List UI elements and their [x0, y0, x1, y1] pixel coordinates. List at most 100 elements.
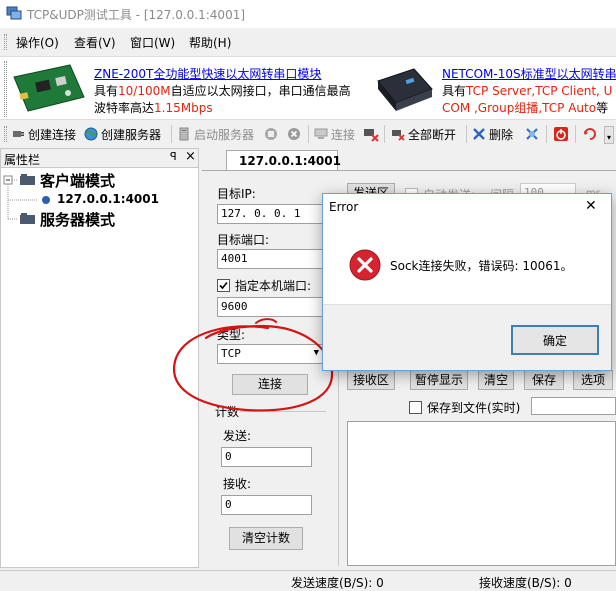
count-group-rule	[240, 411, 326, 412]
dropdown-arrow-icon: ▼	[313, 348, 319, 358]
recv-count-field[interactable]: 0	[221, 495, 312, 515]
stop-icon[interactable]	[264, 127, 278, 141]
recv-zone-button[interactable]: 接收区	[347, 370, 395, 390]
disconnect-all-label: 全部断开	[408, 127, 457, 142]
plug-icon	[13, 131, 24, 137]
toolbar-separator	[546, 125, 547, 143]
clear-button[interactable]: 清空	[478, 370, 514, 390]
local-port-checkbox-row[interactable]: 指定本机端口:	[217, 277, 311, 294]
recv-count-label: 接收:	[223, 477, 252, 491]
dialog-title: Error	[329, 200, 359, 214]
target-port-field[interactable]: 4001	[217, 249, 323, 269]
dialog-message: Sock连接失败，错误码: 10061。	[390, 259, 573, 273]
toolbar: 创建连接 创建服务器 启动服务器 连接 全部断开 删除 ▾	[0, 122, 616, 146]
toolbar-separator	[466, 125, 467, 143]
target-port-label: 目标端口:	[217, 233, 270, 247]
save-to-file-checkbox[interactable]	[409, 401, 422, 414]
send-count-field[interactable]: 0	[221, 447, 312, 467]
toolbar-separator	[171, 125, 172, 143]
pin-icon[interactable]: ꟼ	[170, 150, 177, 163]
close-circle-icon[interactable]	[287, 127, 301, 141]
ad-right-line3-b: 等	[596, 101, 609, 115]
options-button[interactable]: 选项	[573, 370, 613, 390]
receive-text-area[interactable]	[347, 421, 616, 566]
local-port-label: 指定本机端口:	[235, 279, 312, 293]
tree-server-mode[interactable]: 服务器模式	[40, 209, 115, 230]
panel-close-icon[interactable]: ×	[185, 149, 196, 164]
connection-dot-icon	[42, 196, 50, 204]
menu-window[interactable]: 窗口(W)	[130, 34, 175, 51]
disconnect-all-button[interactable]: 全部断开	[391, 125, 456, 143]
ad-grip	[4, 61, 7, 117]
folder-icon	[20, 174, 35, 185]
ad-left-line2-a: 具有	[94, 84, 119, 98]
ad-right-line2-a: 具有	[442, 84, 467, 98]
target-ip-label: 目标IP:	[217, 187, 256, 201]
tree-client-item[interactable]: 127.0.0.1:4001	[57, 192, 159, 206]
delete-button[interactable]: 删除	[472, 125, 513, 143]
document-tabs: 127.0.0.1:4001	[202, 148, 616, 170]
error-icon	[349, 249, 381, 281]
tree-client-mode[interactable]: 客户端模式	[40, 170, 115, 191]
save-path-field[interactable]	[531, 397, 616, 415]
refresh-icon[interactable]	[582, 126, 598, 142]
create-connection-button[interactable]: 创建连接	[11, 125, 76, 143]
power-icon[interactable]	[553, 126, 569, 142]
create-connection-label: 创建连接	[28, 127, 77, 142]
toolbar-overflow-button[interactable]: ▾	[604, 126, 614, 144]
toolbar-separator	[308, 125, 309, 143]
save-to-file-row[interactable]: 保存到文件(实时)	[409, 399, 520, 416]
pause-display-button[interactable]: 暂停显示	[410, 370, 468, 390]
dialog-close-icon[interactable]: ✕	[585, 198, 597, 214]
device-image	[377, 68, 433, 111]
create-server-button[interactable]: 创建服务器	[84, 125, 161, 143]
server-icon	[179, 127, 189, 141]
local-port-checkbox[interactable]	[217, 279, 230, 292]
menu-help[interactable]: 帮助(H)	[189, 34, 231, 51]
checkmark-icon	[219, 281, 228, 290]
disconnect-icon[interactable]	[363, 126, 379, 142]
tab-connection[interactable]: 127.0.0.1:4001	[226, 150, 341, 170]
ad-right-line3-red: COM ,Group组播,TCP Auto	[442, 101, 597, 115]
ok-button[interactable]: 确定	[511, 325, 599, 355]
property-panel: 属性栏 ꟼ × 客户端模式 127.0.0.1:4001 服务器模式	[0, 148, 199, 568]
settings-icon[interactable]	[524, 126, 540, 142]
menu-grip	[4, 34, 7, 50]
error-dialog: Error ✕ Sock连接失败，错误码: 10061。 确定	[322, 193, 612, 371]
splitter[interactable]	[338, 366, 339, 566]
disconnect-all-icon	[392, 130, 405, 141]
ad-left-line2-b: 自适应以太网接口，串口通信最高	[170, 84, 351, 98]
ad-right-link[interactable]: NETCOM-10S标准型以太网转串	[442, 65, 616, 82]
start-server-label: 启动服务器	[194, 127, 255, 142]
clear-count-button[interactable]: 清空计数	[229, 527, 303, 550]
circuit-board-image	[13, 64, 85, 112]
connect-toolbar-label: 连接	[331, 127, 356, 142]
menu-operate[interactable]: 操作(O)	[16, 34, 59, 51]
target-ip-field[interactable]: 127. 0. 0. 1	[217, 204, 323, 224]
ad-banner: ZNE-200T全功能型快速以太网转串口模块 具有10/100M自适应以太网接口…	[0, 56, 616, 120]
ad-left-line3: 波特率高达1.15Mbps	[94, 99, 213, 116]
menu-view[interactable]: 查看(V)	[74, 34, 116, 51]
toolbar-grip	[4, 126, 7, 142]
type-select[interactable]: TCP ▼	[217, 344, 323, 364]
globe-icon	[84, 127, 98, 141]
app-icon	[6, 6, 22, 20]
status-bar: 发送速度(B/S): 0 接收速度(B/S): 0	[0, 570, 616, 590]
send-count-label: 发送:	[223, 429, 252, 443]
toolbar-separator	[384, 125, 385, 143]
tab-connection-label: 127.0.0.1:4001	[239, 153, 341, 168]
connect-button[interactable]: 连接	[232, 374, 308, 395]
recv-speed: 接收速度(B/S): 0	[479, 576, 572, 590]
save-button[interactable]: 保存	[524, 370, 564, 390]
connect-toolbar-button[interactable]: 连接	[314, 125, 355, 143]
count-group-label: 计数	[215, 405, 240, 419]
property-panel-title: 属性栏	[4, 153, 41, 167]
start-server-button[interactable]: 启动服务器	[177, 125, 254, 143]
ad-left-line2: 具有10/100M自适应以太网接口，串口通信最高	[94, 82, 351, 99]
ad-left-link[interactable]: ZNE-200T全功能型快速以太网转串口模块	[94, 65, 321, 82]
menu-bar: 操作(O) 查看(V) 窗口(W) 帮助(H)	[0, 30, 616, 54]
delete-label: 删除	[489, 127, 514, 142]
create-server-label: 创建服务器	[101, 127, 162, 142]
local-port-field[interactable]: 9600	[217, 297, 323, 317]
save-to-file-label: 保存到文件(实时)	[427, 401, 521, 415]
